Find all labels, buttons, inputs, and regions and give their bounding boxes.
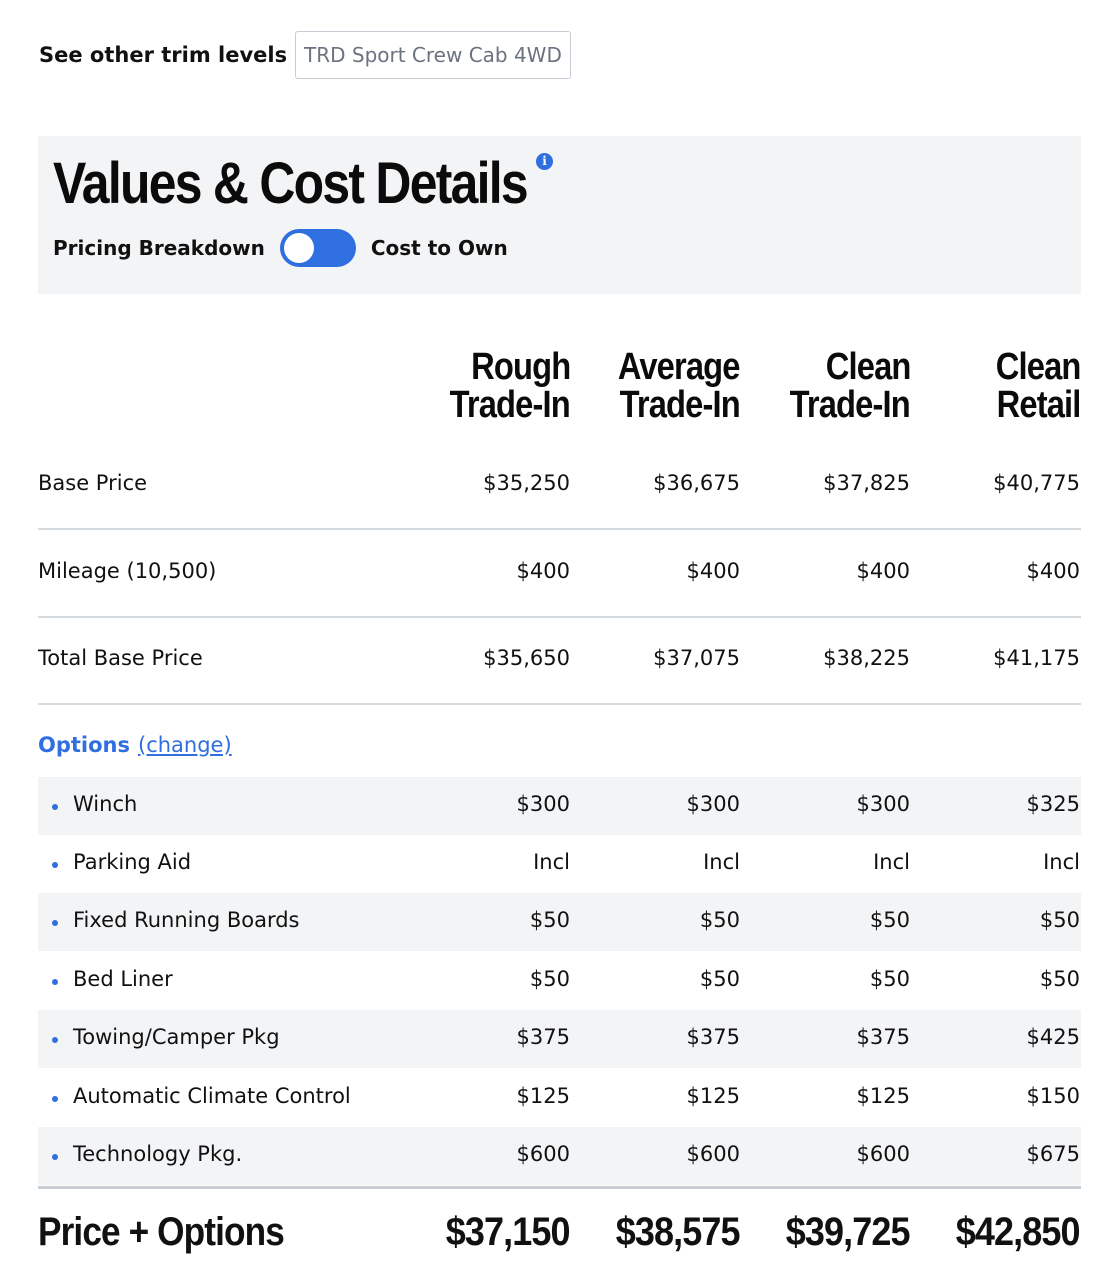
row-value: $35,650 — [483, 646, 570, 670]
option-label: Bed Liner — [73, 967, 173, 991]
option-label: Automatic Climate Control — [73, 1084, 351, 1108]
bullet-icon — [52, 979, 58, 985]
trim-selector-row: See other trim levels TRD Sport Crew Cab… — [39, 30, 571, 80]
option-value: $300 — [686, 792, 740, 816]
option-value: $125 — [686, 1084, 740, 1108]
list-item-option-technology-pkg: Technology Pkg. $600 $600 $600 $675 — [38, 1127, 1081, 1185]
option-value: $300 — [516, 792, 570, 816]
row-value: $400 — [686, 559, 740, 583]
option-value: $50 — [529, 967, 570, 991]
list-item-option-parking-aid: Parking Aid Incl Incl Incl Incl — [38, 835, 1081, 893]
divider — [38, 703, 1081, 705]
toggle-knob — [283, 233, 314, 263]
total-value-clean-trade-in: $39,725 — [786, 1210, 911, 1254]
pricing-toggle-row: Pricing Breakdown Cost to Own — [53, 228, 508, 268]
row-value: $400 — [1026, 559, 1080, 583]
row-value: $40,775 — [993, 471, 1080, 495]
option-value: $600 — [516, 1142, 570, 1166]
column-header-clean-retail: Clean Retail — [995, 346, 1081, 426]
total-value-rough-trade-in: $37,150 — [446, 1210, 571, 1254]
option-value: $50 — [1039, 908, 1080, 932]
values-cost-panel: Values & Cost Details i Pricing Breakdow… — [38, 136, 1081, 294]
option-value: Incl — [1043, 850, 1080, 874]
column-header-rough-trade-in: Rough Trade-In — [449, 346, 571, 426]
option-value: $375 — [856, 1025, 910, 1049]
option-value: $600 — [856, 1142, 910, 1166]
total-value-clean-retail: $42,850 — [956, 1210, 1081, 1254]
bullet-icon — [52, 1096, 58, 1102]
column-header-average-trade-in: Average Trade-In — [618, 346, 741, 426]
option-value: Incl — [873, 850, 910, 874]
list-item-option-automatic-climate-control: Automatic Climate Control $125 $125 $125… — [38, 1069, 1081, 1127]
row-value: $41,175 — [993, 646, 1080, 670]
list-item-option-bed-liner: Bed Liner $50 $50 $50 $50 — [38, 952, 1081, 1010]
options-title: Options — [38, 733, 130, 757]
options-header: Options (change) — [38, 733, 232, 757]
option-value: Incl — [703, 850, 740, 874]
option-value: $600 — [686, 1142, 740, 1166]
option-value: $50 — [869, 967, 910, 991]
options-change-link[interactable]: (change) — [138, 733, 232, 757]
option-value: $375 — [686, 1025, 740, 1049]
option-value: $125 — [856, 1084, 910, 1108]
bullet-icon — [52, 1037, 58, 1043]
trim-select[interactable]: TRD Sport Crew Cab 4WD — [295, 31, 571, 79]
row-value: $400 — [856, 559, 910, 583]
toggle-label-cost-to-own[interactable]: Cost to Own — [371, 236, 508, 260]
option-value: $325 — [1026, 792, 1080, 816]
option-value: $50 — [699, 967, 740, 991]
row-value: $35,250 — [483, 471, 570, 495]
option-label: Fixed Running Boards — [73, 908, 300, 932]
divider — [38, 528, 1081, 530]
option-label: Winch — [73, 792, 138, 816]
option-value: $50 — [869, 908, 910, 932]
option-value: $375 — [516, 1025, 570, 1049]
option-value: $50 — [529, 908, 570, 932]
row-value: $36,675 — [653, 471, 740, 495]
bullet-icon — [52, 862, 58, 868]
toggle-label-pricing-breakdown[interactable]: Pricing Breakdown — [53, 236, 265, 260]
option-value: $675 — [1026, 1142, 1080, 1166]
option-value: $300 — [856, 792, 910, 816]
option-value: $150 — [1026, 1084, 1080, 1108]
trim-label: See other trim levels — [39, 43, 288, 67]
option-value: $125 — [516, 1084, 570, 1108]
bullet-icon — [52, 920, 58, 926]
pricing-toggle-switch[interactable] — [279, 229, 356, 267]
option-label: Technology Pkg. — [73, 1142, 243, 1166]
option-value: $50 — [1039, 967, 1080, 991]
total-divider — [38, 1186, 1081, 1189]
column-header-clean-trade-in: Clean Trade-In — [789, 346, 911, 426]
option-label: Towing/Camper Pkg — [73, 1025, 280, 1049]
row-value: $38,225 — [823, 646, 910, 670]
info-icon[interactable]: i — [536, 153, 553, 170]
option-value: $425 — [1026, 1025, 1080, 1049]
page-title: Values & Cost Details — [53, 151, 529, 216]
option-value: $50 — [699, 908, 740, 932]
option-label: Parking Aid — [73, 850, 192, 874]
row-value: $37,075 — [653, 646, 740, 670]
bullet-icon — [52, 1154, 58, 1160]
row-label: Mileage (10,500) — [38, 559, 217, 583]
list-item-option-winch: Winch $300 $300 $300 $325 — [38, 777, 1081, 835]
bullet-icon — [52, 804, 58, 810]
option-value: Incl — [533, 850, 570, 874]
total-value-average-trade-in: $38,575 — [616, 1210, 741, 1254]
total-label: Price + Options — [38, 1210, 285, 1254]
row-value: $37,825 — [823, 471, 910, 495]
list-item-option-towing-camper-pkg: Towing/Camper Pkg $375 $375 $375 $425 — [38, 1010, 1081, 1068]
row-value: $400 — [516, 559, 570, 583]
divider — [38, 616, 1081, 618]
list-item-option-fixed-running-boards: Fixed Running Boards $50 $50 $50 $50 — [38, 893, 1081, 951]
row-label: Total Base Price — [38, 646, 203, 670]
row-label: Base Price — [38, 471, 148, 495]
